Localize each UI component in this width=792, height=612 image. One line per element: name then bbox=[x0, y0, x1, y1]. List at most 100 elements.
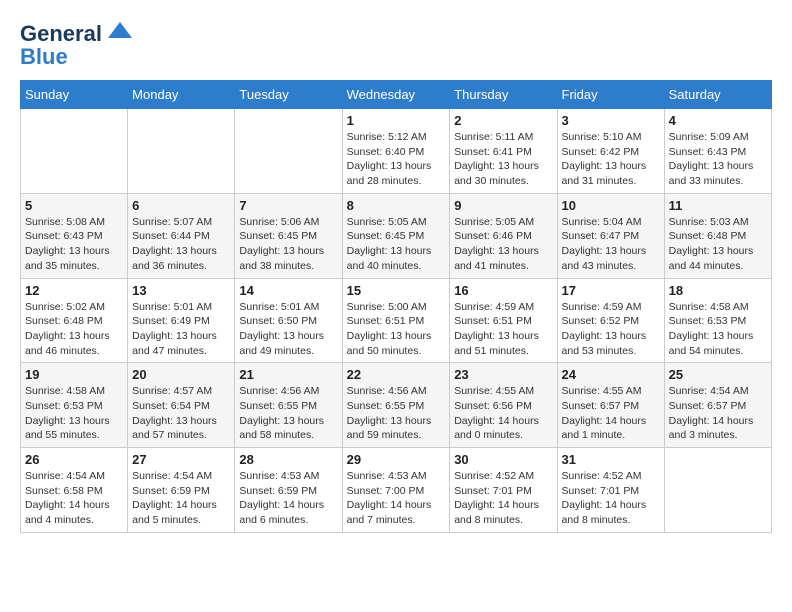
calendar-cell: 7Sunrise: 5:06 AMSunset: 6:45 PMDaylight… bbox=[235, 193, 342, 278]
day-number: 12 bbox=[25, 283, 123, 298]
day-info: Sunrise: 5:00 AMSunset: 6:51 PMDaylight:… bbox=[347, 300, 446, 359]
calendar-cell: 10Sunrise: 5:04 AMSunset: 6:47 PMDayligh… bbox=[557, 193, 664, 278]
day-number: 5 bbox=[25, 198, 123, 213]
day-number: 19 bbox=[25, 367, 123, 382]
day-number: 21 bbox=[239, 367, 337, 382]
day-info: Sunrise: 5:03 AMSunset: 6:48 PMDaylight:… bbox=[669, 215, 767, 274]
day-number: 29 bbox=[347, 452, 446, 467]
day-info: Sunrise: 5:01 AMSunset: 6:49 PMDaylight:… bbox=[132, 300, 230, 359]
calendar-cell: 31 Sunrise: 4:52 AMSunset: 7:01 PMDayligh… bbox=[557, 448, 664, 533]
calendar-cell: 2 Sunrise: 5:11 AMSunset: 6:41 PMDaylight… bbox=[450, 109, 557, 194]
calendar-cell: 21 Sunrise: 4:56 AMSunset: 6:55 PMDayligh… bbox=[235, 363, 342, 448]
day-number: 20 bbox=[132, 367, 230, 382]
day-number: 30 bbox=[454, 452, 552, 467]
day-info: Sunrise: 4:54 AMSunset: 6:59 PMDaylight:… bbox=[132, 469, 230, 528]
weekday-header-monday: Monday bbox=[128, 81, 235, 109]
calendar-cell: 15Sunrise: 5:00 AMSunset: 6:51 PMDayligh… bbox=[342, 278, 450, 363]
calendar-week-row: 1 Sunrise: 5:12 AMSunset: 6:40 PMDaylight… bbox=[21, 109, 772, 194]
calendar-cell: 4Sunrise: 5:09 AMSunset: 6:43 PMDaylight… bbox=[664, 109, 771, 194]
calendar-cell: 9 Sunrise: 5:05 AMSunset: 6:46 PMDaylight… bbox=[450, 193, 557, 278]
calendar-cell: 22 Sunrise: 4:56 AMSunset: 6:55 PMDayligh… bbox=[342, 363, 450, 448]
day-number: 24 bbox=[562, 367, 660, 382]
calendar-cell: 20 Sunrise: 4:57 AMSunset: 6:54 PMDayligh… bbox=[128, 363, 235, 448]
weekday-header-tuesday: Tuesday bbox=[235, 81, 342, 109]
day-info: Sunrise: 4:53 AMSunset: 6:59 PMDaylight:… bbox=[239, 469, 337, 528]
calendar-cell: 30 Sunrise: 4:52 AMSunset: 7:01 PMDayligh… bbox=[450, 448, 557, 533]
day-info: Sunrise: 5:05 AMSunset: 6:46 PMDaylight:… bbox=[454, 215, 552, 274]
calendar-cell: 17 Sunrise: 4:59 AMSunset: 6:52 PMDayligh… bbox=[557, 278, 664, 363]
day-info: Sunrise: 4:52 AMSunset: 7:01 PMDaylight:… bbox=[562, 469, 660, 528]
day-info: Sunrise: 4:55 AMSunset: 6:57 PMDaylight:… bbox=[562, 384, 660, 443]
calendar-cell: 26Sunrise: 4:54 AMSunset: 6:58 PMDayligh… bbox=[21, 448, 128, 533]
day-number: 11 bbox=[669, 198, 767, 213]
day-info: Sunrise: 4:54 AMSunset: 6:57 PMDaylight:… bbox=[669, 384, 767, 443]
calendar-table: SundayMondayTuesdayWednesdayThursdayFrid… bbox=[20, 80, 772, 533]
calendar-cell bbox=[21, 109, 128, 194]
weekday-header-wednesday: Wednesday bbox=[342, 81, 450, 109]
day-info: Sunrise: 5:04 AMSunset: 6:47 PMDaylight:… bbox=[562, 215, 660, 274]
calendar-cell: 6 Sunrise: 5:07 AMSunset: 6:44 PMDaylight… bbox=[128, 193, 235, 278]
day-number: 28 bbox=[239, 452, 337, 467]
day-info: Sunrise: 4:55 AMSunset: 6:56 PMDaylight:… bbox=[454, 384, 552, 443]
calendar-cell: 28 Sunrise: 4:53 AMSunset: 6:59 PMDayligh… bbox=[235, 448, 342, 533]
day-number: 3 bbox=[562, 113, 660, 128]
day-number: 16 bbox=[454, 283, 552, 298]
day-info: Sunrise: 4:59 AMSunset: 6:52 PMDaylight:… bbox=[562, 300, 660, 359]
calendar-cell: 16 Sunrise: 4:59 AMSunset: 6:51 PMDayligh… bbox=[450, 278, 557, 363]
day-number: 8 bbox=[347, 198, 446, 213]
calendar-cell: 24 Sunrise: 4:55 AMSunset: 6:57 PMDayligh… bbox=[557, 363, 664, 448]
day-number: 22 bbox=[347, 367, 446, 382]
day-info: Sunrise: 5:05 AMSunset: 6:45 PMDaylight:… bbox=[347, 215, 446, 274]
day-info: Sunrise: 4:56 AMSunset: 6:55 PMDaylight:… bbox=[239, 384, 337, 443]
day-number: 1 bbox=[347, 113, 446, 128]
day-info: Sunrise: 4:59 AMSunset: 6:51 PMDaylight:… bbox=[454, 300, 552, 359]
day-number: 27 bbox=[132, 452, 230, 467]
calendar-cell: 11 Sunrise: 5:03 AMSunset: 6:48 PMDayligh… bbox=[664, 193, 771, 278]
calendar-cell: 13 Sunrise: 5:01 AMSunset: 6:49 PMDayligh… bbox=[128, 278, 235, 363]
calendar-cell: 12 Sunrise: 5:02 AMSunset: 6:48 PMDayligh… bbox=[21, 278, 128, 363]
calendar-cell: 25 Sunrise: 4:54 AMSunset: 6:57 PMDayligh… bbox=[664, 363, 771, 448]
day-number: 13 bbox=[132, 283, 230, 298]
calendar-cell: 29 Sunrise: 4:53 AMSunset: 7:00 PMDayligh… bbox=[342, 448, 450, 533]
calendar-cell: 3 Sunrise: 5:10 AMSunset: 6:42 PMDaylight… bbox=[557, 109, 664, 194]
day-info: Sunrise: 5:09 AMSunset: 6:43 PMDaylight:… bbox=[669, 130, 767, 189]
day-info: Sunrise: 5:12 AMSunset: 6:40 PMDaylight:… bbox=[347, 130, 446, 189]
day-info: Sunrise: 5:01 AMSunset: 6:50 PMDaylight:… bbox=[239, 300, 337, 359]
weekday-header-thursday: Thursday bbox=[450, 81, 557, 109]
day-info: Sunrise: 5:11 AMSunset: 6:41 PMDaylight:… bbox=[454, 130, 552, 189]
day-number: 17 bbox=[562, 283, 660, 298]
calendar-cell bbox=[664, 448, 771, 533]
day-number: 18 bbox=[669, 283, 767, 298]
day-number: 6 bbox=[132, 198, 230, 213]
calendar-cell bbox=[235, 109, 342, 194]
day-number: 9 bbox=[454, 198, 552, 213]
calendar-cell: 8 Sunrise: 5:05 AMSunset: 6:45 PMDaylight… bbox=[342, 193, 450, 278]
day-info: Sunrise: 4:56 AMSunset: 6:55 PMDaylight:… bbox=[347, 384, 446, 443]
calendar-header-row: SundayMondayTuesdayWednesdayThursdayFrid… bbox=[21, 81, 772, 109]
calendar-cell: 23 Sunrise: 4:55 AMSunset: 6:56 PMDayligh… bbox=[450, 363, 557, 448]
calendar-cell bbox=[128, 109, 235, 194]
calendar-cell: 5 Sunrise: 5:08 AMSunset: 6:43 PMDaylight… bbox=[21, 193, 128, 278]
day-info: Sunrise: 5:02 AMSunset: 6:48 PMDaylight:… bbox=[25, 300, 123, 359]
logo-blue: Blue bbox=[20, 44, 68, 70]
day-number: 25 bbox=[669, 367, 767, 382]
day-info: Sunrise: 5:08 AMSunset: 6:43 PMDaylight:… bbox=[25, 215, 123, 274]
day-number: 23 bbox=[454, 367, 552, 382]
day-info: Sunrise: 5:07 AMSunset: 6:44 PMDaylight:… bbox=[132, 215, 230, 274]
day-number: 31 bbox=[562, 452, 660, 467]
day-number: 2 bbox=[454, 113, 552, 128]
calendar-cell: 1 Sunrise: 5:12 AMSunset: 6:40 PMDaylight… bbox=[342, 109, 450, 194]
day-info: Sunrise: 4:58 AMSunset: 6:53 PMDaylight:… bbox=[25, 384, 123, 443]
weekday-header-sunday: Sunday bbox=[21, 81, 128, 109]
day-info: Sunrise: 4:58 AMSunset: 6:53 PMDaylight:… bbox=[669, 300, 767, 359]
day-number: 7 bbox=[239, 198, 337, 213]
day-info: Sunrise: 4:57 AMSunset: 6:54 PMDaylight:… bbox=[132, 384, 230, 443]
calendar-cell: 18 Sunrise: 4:58 AMSunset: 6:53 PMDayligh… bbox=[664, 278, 771, 363]
calendar-week-row: 5 Sunrise: 5:08 AMSunset: 6:43 PMDaylight… bbox=[21, 193, 772, 278]
calendar-cell: 19 Sunrise: 4:58 AMSunset: 6:53 PMDayligh… bbox=[21, 363, 128, 448]
day-info: Sunrise: 5:10 AMSunset: 6:42 PMDaylight:… bbox=[562, 130, 660, 189]
weekday-header-saturday: Saturday bbox=[664, 81, 771, 109]
day-info: Sunrise: 4:53 AMSunset: 7:00 PMDaylight:… bbox=[347, 469, 446, 528]
weekday-header-friday: Friday bbox=[557, 81, 664, 109]
day-info: Sunrise: 4:52 AMSunset: 7:01 PMDaylight:… bbox=[454, 469, 552, 528]
